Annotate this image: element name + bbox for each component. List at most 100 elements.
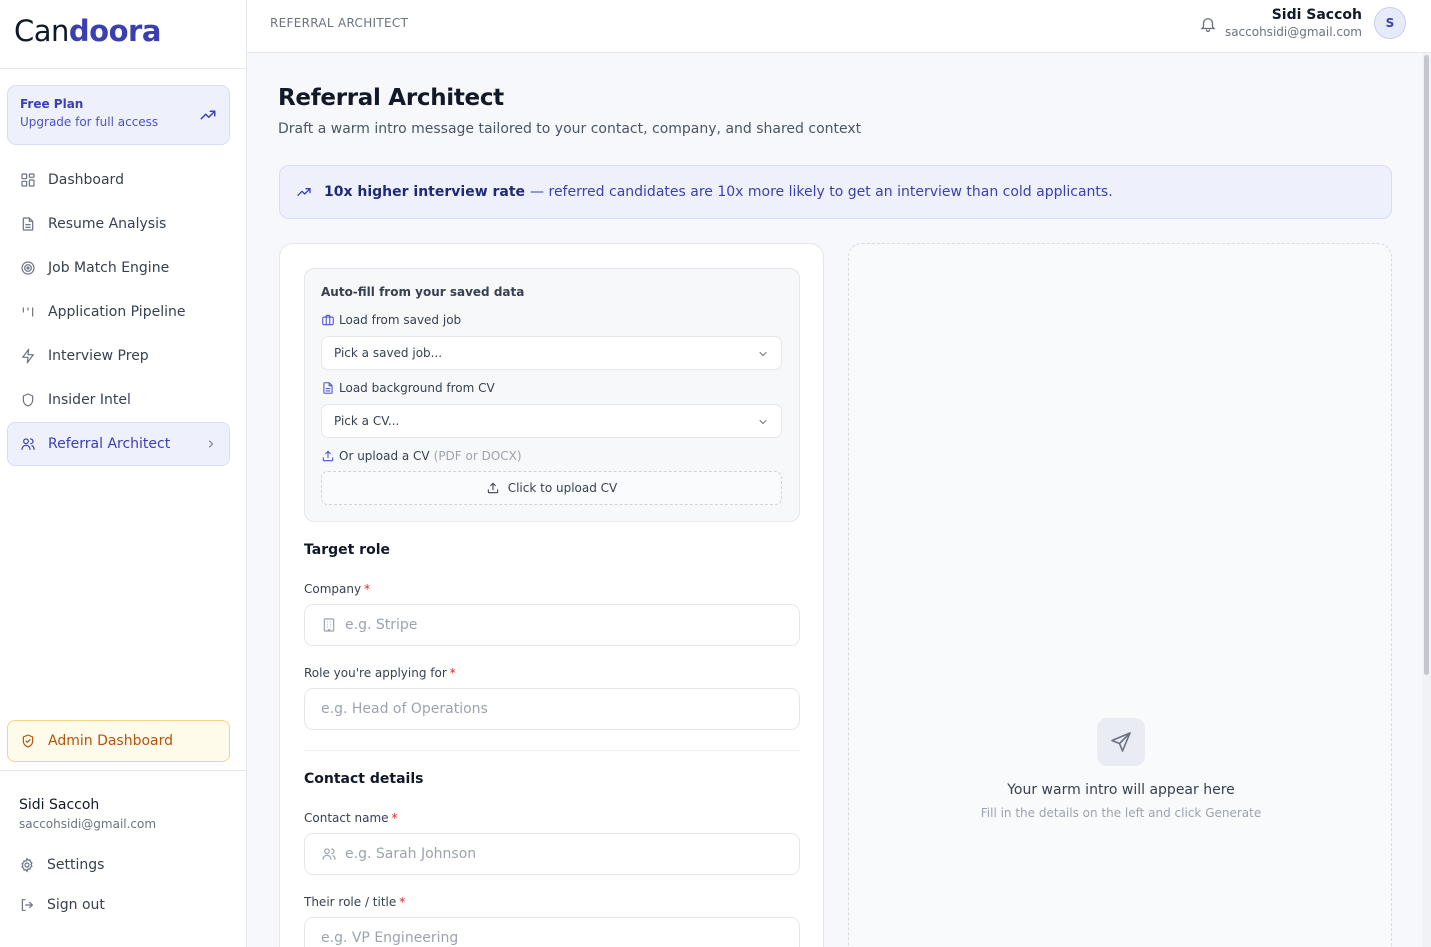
target-role-heading: Target role xyxy=(304,542,390,558)
trending-up-icon xyxy=(200,110,216,120)
banner-highlight: 10x higher interview rate xyxy=(324,184,526,200)
section-divider xyxy=(304,750,800,751)
required-mark: * xyxy=(364,582,371,596)
sidebar-item-label: Insider Intel xyxy=(48,392,131,408)
output-empty-subtitle: Fill in the details on the left and clic… xyxy=(980,806,1262,820)
chevron-down-icon xyxy=(759,420,767,425)
sidebar-item-label: Job Match Engine xyxy=(48,260,170,276)
output-empty-title: Your warm intro will appear here xyxy=(1007,782,1235,798)
plan-subtitle: Upgrade for full access xyxy=(20,115,159,129)
header-user-name: Sidi Saccoh xyxy=(1271,7,1362,23)
admin-dashboard-button[interactable]: Admin Dashboard xyxy=(7,720,230,762)
logo-text-bold: doora xyxy=(68,14,161,48)
sidebar-item-label: Application Pipeline xyxy=(48,304,186,320)
sidebar-item-dashboard[interactable]: Dashboard xyxy=(7,158,230,202)
gear-icon xyxy=(21,857,33,873)
sidebar-item-resume-analysis[interactable]: Resume Analysis xyxy=(7,202,230,246)
company-input[interactable]: e.g. Stripe xyxy=(304,604,800,646)
contact-details-heading: Contact details xyxy=(304,771,424,787)
upload-icon xyxy=(322,450,334,462)
breadcrumb: REFERRAL ARCHITECT xyxy=(270,16,409,30)
shield-check-icon xyxy=(22,734,34,748)
page-scrollbar[interactable] xyxy=(1422,53,1431,947)
saved-job-select[interactable]: Pick a saved job... xyxy=(321,336,782,370)
their-role-input[interactable]: e.g. VP Engineering xyxy=(304,917,800,947)
plan-title: Free Plan xyxy=(20,97,84,111)
sidebar-item-label: Dashboard xyxy=(48,172,124,188)
send-icon xyxy=(1111,732,1131,752)
brand-logo[interactable]: Candoora xyxy=(0,0,246,69)
avatar[interactable]: S xyxy=(1374,7,1406,39)
contact-name-label-text: Contact name xyxy=(304,811,389,825)
intro-output-panel: Your warm intro will appear here Fill in… xyxy=(848,243,1392,947)
target-icon xyxy=(21,261,35,275)
required-mark: * xyxy=(391,811,398,825)
trending-up-icon xyxy=(297,188,311,196)
sidebar-nav: Dashboard Resume Analysis Job Match Engi… xyxy=(7,158,230,466)
role-label-text: Role you're applying for xyxy=(304,666,447,680)
sidebar-item-label: Interview Prep xyxy=(48,348,149,364)
cv-label-text: Load background from CV xyxy=(339,381,495,395)
sign-out-label: Sign out xyxy=(47,897,105,913)
role-input[interactable]: e.g. Head of Operations xyxy=(304,688,800,730)
info-banner: 10x higher interview rate — referred can… xyxy=(279,165,1392,219)
lightning-icon xyxy=(22,348,34,364)
users-icon xyxy=(322,848,336,860)
upload-cv-button[interactable]: Click to upload CV xyxy=(321,471,782,505)
sidebar-user-email: saccohsidi@gmail.com xyxy=(19,817,157,831)
cv-select[interactable]: Pick a CV... xyxy=(321,404,782,438)
header-user-email: saccohsidi@gmail.com xyxy=(1224,25,1362,39)
cv-label: Load background from CV xyxy=(321,381,495,395)
admin-dashboard-label: Admin Dashboard xyxy=(48,733,174,749)
company-label: Company * xyxy=(304,582,370,596)
shield-icon xyxy=(22,393,34,407)
sidebar-item-application-pipeline[interactable]: Application Pipeline xyxy=(7,290,230,334)
sidebar-item-interview-prep[interactable]: Interview Prep xyxy=(7,334,230,378)
sidebar-item-referral-architect[interactable]: Referral Architect xyxy=(7,422,230,466)
settings-label: Settings xyxy=(47,857,105,873)
sidebar-divider xyxy=(0,770,246,771)
sign-out-icon xyxy=(21,899,33,911)
saved-job-select-value: Pick a saved job... xyxy=(334,346,443,360)
their-role-label: Their role / title * xyxy=(304,895,405,909)
logo-text-light: Can xyxy=(14,14,69,48)
upload-icon xyxy=(487,482,498,494)
role-placeholder: e.g. Head of Operations xyxy=(321,701,488,717)
grid-icon xyxy=(21,173,35,187)
settings-link[interactable]: Settings xyxy=(19,857,104,873)
sidebar-item-label: Resume Analysis xyxy=(48,216,167,232)
scrollbar-thumb[interactable] xyxy=(1424,55,1429,675)
bell-icon[interactable] xyxy=(1199,15,1217,33)
briefcase-icon xyxy=(322,314,334,326)
required-mark: * xyxy=(399,895,406,909)
required-mark: * xyxy=(449,666,456,680)
upgrade-plan-card[interactable]: Free Plan Upgrade for full access xyxy=(7,85,230,145)
document-icon xyxy=(323,382,333,394)
sign-out-link[interactable]: Sign out xyxy=(19,897,105,913)
role-label: Role you're applying for * xyxy=(304,666,456,680)
document-icon xyxy=(22,217,34,231)
their-role-label-text: Their role / title xyxy=(304,895,397,909)
company-label-text: Company xyxy=(304,582,362,596)
send-icon-badge xyxy=(1097,718,1145,766)
page-subtitle: Draft a warm intro message tailored to y… xyxy=(278,121,862,137)
sidebar: Candoora Free Plan Upgrade for full acce… xyxy=(0,0,247,947)
contact-name-placeholder: e.g. Sarah Johnson xyxy=(345,846,477,862)
cv-select-value: Pick a CV... xyxy=(334,414,400,428)
sidebar-item-job-match-engine[interactable]: Job Match Engine xyxy=(7,246,230,290)
columns-icon xyxy=(22,307,34,317)
referral-form-card: Auto-fill from your saved data Load from… xyxy=(279,243,824,947)
contact-name-label: Contact name * xyxy=(304,811,398,825)
upload-cv-label: Or upload a CV (PDF or DOCX) xyxy=(321,449,522,463)
chevron-right-icon xyxy=(209,440,214,448)
sidebar-user-name: Sidi Saccoh xyxy=(19,797,100,813)
saved-job-label: Load from saved job xyxy=(321,313,461,327)
upload-cv-label-text: Or upload a CV xyxy=(339,449,430,463)
company-placeholder: e.g. Stripe xyxy=(345,617,418,633)
users-icon xyxy=(21,438,35,450)
sidebar-item-label: Referral Architect xyxy=(48,436,171,452)
contact-name-input[interactable]: e.g. Sarah Johnson xyxy=(304,833,800,875)
banner-text: — referred candidates are 10x more likel… xyxy=(530,184,1113,200)
their-role-placeholder: e.g. VP Engineering xyxy=(321,930,459,946)
sidebar-item-insider-intel[interactable]: Insider Intel xyxy=(7,378,230,422)
